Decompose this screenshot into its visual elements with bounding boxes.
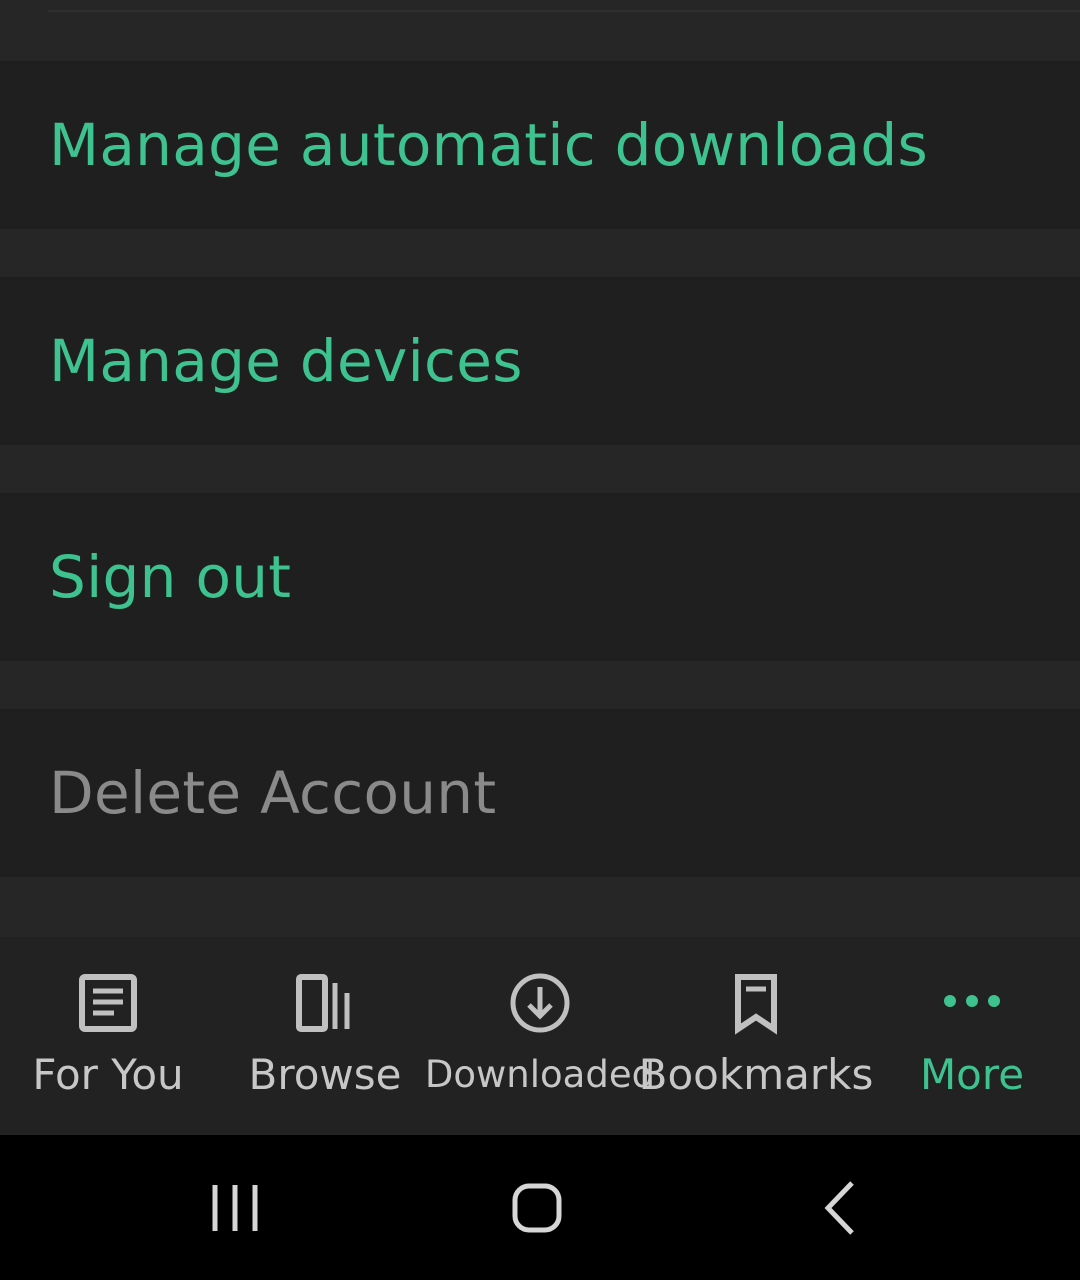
more-dots-icon	[944, 995, 1000, 1007]
article-icon	[79, 974, 137, 1032]
bookmark-icon	[735, 974, 777, 1035]
home-icon[interactable]	[497, 1175, 577, 1241]
nav-label-for-you: For You	[32, 1050, 184, 1099]
manage-devices-label: Manage devices	[49, 327, 523, 395]
nav-label-bookmarks: Bookmarks	[638, 1050, 874, 1099]
manage-devices-item[interactable]: Manage devices	[0, 277, 1080, 445]
manage-automatic-downloads-label: Manage automatic downloads	[49, 111, 929, 179]
delete-account-item[interactable]: Delete Account	[0, 709, 1080, 877]
nav-label-more: More	[919, 1050, 1025, 1099]
nav-label-browse: Browse	[248, 1050, 402, 1099]
system-navigation-bar	[0, 1135, 1080, 1280]
download-circle-icon	[510, 973, 570, 1033]
nav-item-downloaded[interactable]: Downloaded	[424, 937, 656, 1135]
settings-screen: Manage automatic downloads Manage device…	[0, 0, 1080, 1280]
nav-item-bookmarks[interactable]: Bookmarks	[639, 937, 873, 1135]
recent-apps-icon[interactable]	[195, 1175, 275, 1241]
nav-item-more[interactable]: More	[902, 937, 1042, 1135]
bottom-navigation-bar: For You Browse Downloaded Bookmarks More	[0, 937, 1080, 1135]
sign-out-item[interactable]: Sign out	[0, 493, 1080, 661]
back-icon[interactable]	[800, 1175, 880, 1241]
delete-account-label: Delete Account	[49, 759, 497, 827]
nav-item-for-you[interactable]: For You	[20, 937, 196, 1135]
nav-item-browse[interactable]: Browse	[240, 937, 410, 1135]
manage-automatic-downloads-item[interactable]: Manage automatic downloads	[0, 61, 1080, 229]
top-divider	[48, 10, 1080, 12]
sign-out-label: Sign out	[49, 543, 292, 611]
library-icon	[296, 974, 350, 1032]
nav-label-downloaded: Downloaded	[424, 1053, 656, 1096]
